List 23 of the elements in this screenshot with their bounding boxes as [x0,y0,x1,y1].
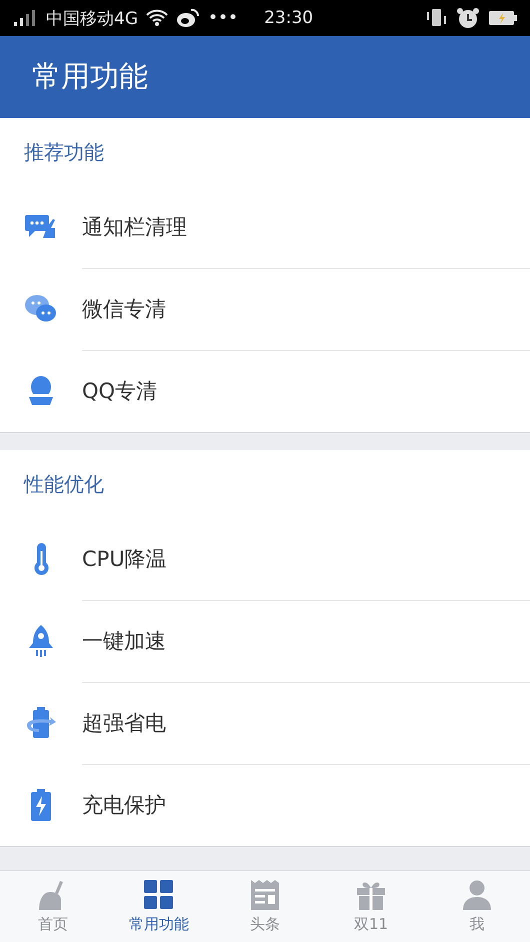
feature-item[interactable]: 超强省电 [82,708,166,736]
feature-item[interactable]: 一键加速 [82,626,166,654]
eye-swirl-icon [176,8,200,28]
vibrate-icon [426,8,448,28]
section-title: 性能优化 [24,470,104,498]
signal-icon [12,8,38,28]
wifi-icon [146,9,168,27]
section-title: 推荐功能 [24,138,104,166]
battery-charging-icon [488,9,518,27]
newspaper-icon [248,879,282,911]
grid-icon [142,879,176,911]
feature-item[interactable]: 充电保护 [82,791,166,819]
status-time: 23:30 [264,8,314,28]
feature-item[interactable]: QQ专清 [82,377,158,405]
feature-item[interactable]: 微信专清 [82,294,166,322]
more-dots: ••• [208,8,238,28]
feature-item[interactable]: 通知栏清理 [82,212,187,240]
page-title: 常用功能 [32,58,148,95]
person-icon [460,879,494,911]
alarm-clock-icon [456,7,480,29]
carrier-name: 中国移动4G [46,8,138,30]
tab[interactable]: 常用功能 [106,871,212,942]
feature-item[interactable]: CPU降温 [82,544,167,572]
